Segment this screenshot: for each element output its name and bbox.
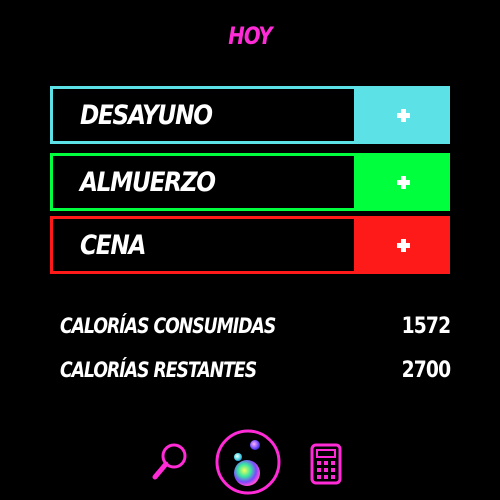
meal-row-breakfast: DESAYUNO xyxy=(50,86,450,144)
plus-icon xyxy=(397,108,410,122)
meal-label: DESAYUNO xyxy=(80,99,213,131)
calculator-icon xyxy=(310,443,342,485)
calories-consumed-value: 1572 xyxy=(401,314,451,339)
meal-name-box[interactable]: CENA xyxy=(50,216,357,274)
add-lunch-button[interactable] xyxy=(357,153,450,211)
search-button[interactable] xyxy=(150,440,190,484)
home-icon xyxy=(215,429,281,495)
add-breakfast-button[interactable] xyxy=(357,86,450,144)
meal-name-box[interactable]: ALMUERZO xyxy=(50,153,357,211)
calories-remaining-value: 2700 xyxy=(401,358,451,383)
calories-remaining-label: CALORÍAS RESTANTES xyxy=(60,358,257,382)
add-dinner-button[interactable] xyxy=(357,216,450,274)
plus-icon xyxy=(397,238,410,252)
meal-name-box[interactable]: DESAYUNO xyxy=(50,86,357,144)
meal-row-dinner: CENA xyxy=(50,216,450,274)
search-icon xyxy=(152,443,187,480)
page-title: HOY xyxy=(228,22,272,50)
meal-label: ALMUERZO xyxy=(80,166,216,198)
calories-consumed-label: CALORÍAS CONSUMIDAS xyxy=(60,314,276,338)
home-button[interactable] xyxy=(214,428,282,496)
meal-label: CENA xyxy=(80,229,146,261)
meal-row-lunch: ALMUERZO xyxy=(50,153,450,211)
plus-icon xyxy=(397,175,410,189)
calculator-button[interactable] xyxy=(310,443,342,485)
